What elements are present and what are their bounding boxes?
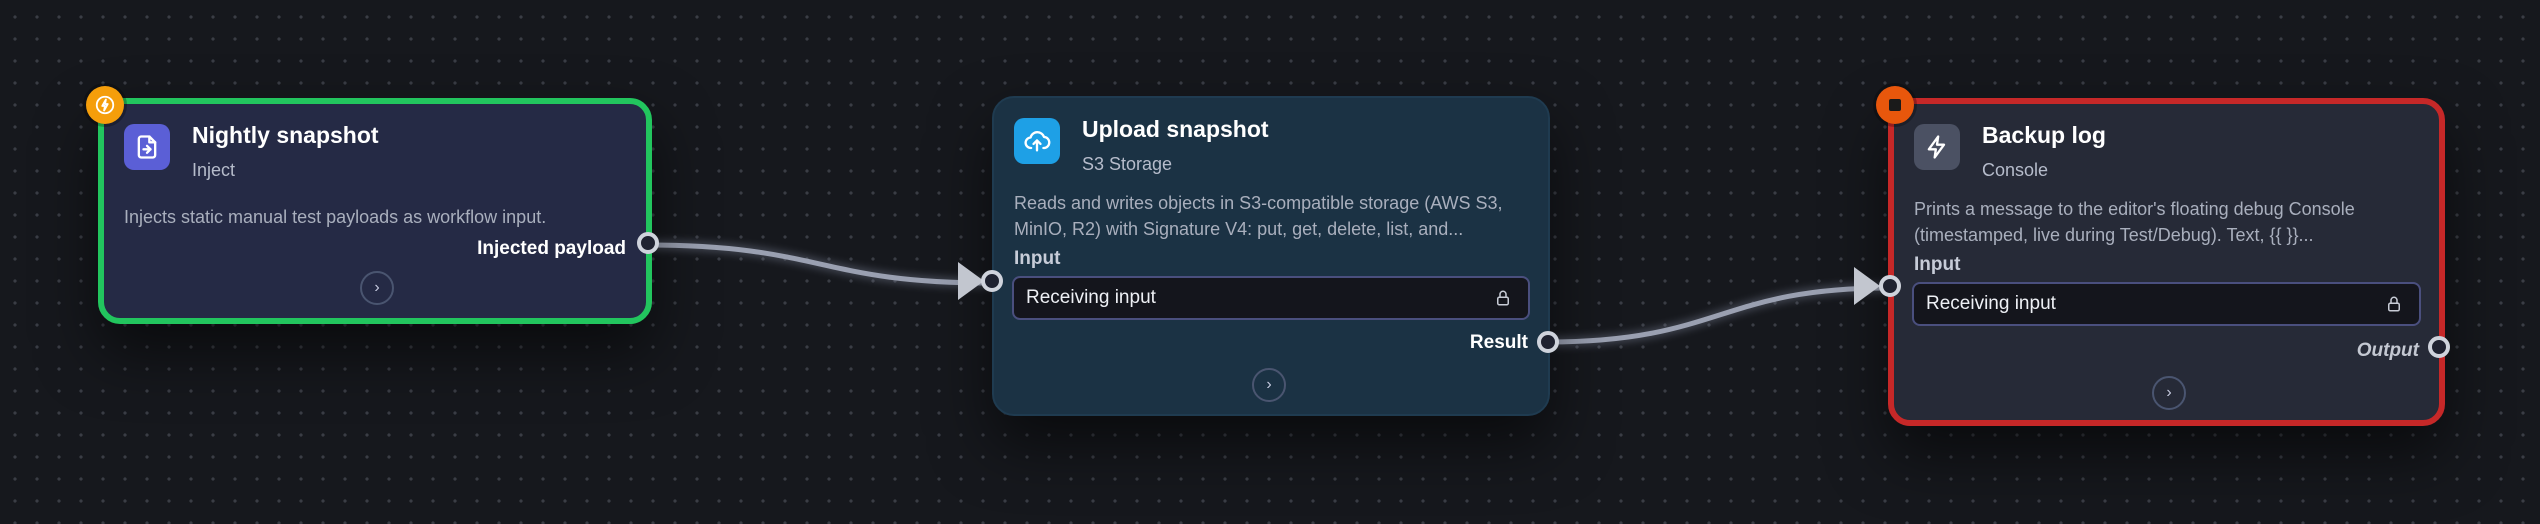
trigger-badge[interactable] — [86, 86, 124, 124]
expand-button[interactable]: › — [1252, 368, 1286, 402]
output-label: Output — [2356, 340, 2419, 361]
input-label: Input — [1914, 254, 1961, 275]
console-node[interactable]: Backup log Console Prints a message to t… — [1888, 98, 2445, 426]
connection-s3-to-console[interactable] — [1547, 283, 1889, 347]
input-label: Input — [1014, 248, 1061, 269]
connection-inject-to-s3[interactable] — [647, 240, 991, 288]
inject-node[interactable]: Nightly snapshot Inject Injects static m… — [98, 98, 652, 324]
lock-icon — [1497, 290, 1509, 306]
lightning-icon — [95, 95, 115, 115]
node-title: Nightly snapshot — [192, 122, 379, 148]
output-port[interactable] — [637, 232, 659, 254]
output-label: Injected payload — [477, 238, 626, 259]
node-description: Injects static manual test payloads as w… — [124, 207, 547, 227]
input-value: Receiving input — [1926, 293, 2056, 314]
node-type: S3 Storage — [1082, 154, 1173, 174]
stop-badge[interactable] — [1876, 86, 1914, 124]
node-type: Console — [1982, 160, 2049, 180]
input-field[interactable]: Receiving input — [1912, 282, 2421, 326]
node-title: Backup log — [1982, 122, 2106, 148]
expand-button[interactable]: › — [2152, 376, 2186, 410]
output-port[interactable] — [2428, 336, 2450, 358]
node-header: Upload snapshot S3 Storage — [1014, 116, 1269, 175]
input-port[interactable] — [1879, 275, 1901, 297]
description-line: MinIO, R2) with Signature V4: put, get, … — [1014, 219, 1464, 239]
input-value: Receiving input — [1026, 287, 1156, 308]
output-port[interactable] — [1537, 331, 1559, 353]
s3-storage-node[interactable]: Upload snapshot S3 Storage Reads and wri… — [992, 96, 1550, 416]
node-header: Nightly snapshot Inject — [124, 122, 379, 181]
node-type: Inject — [192, 160, 236, 180]
input-port[interactable] — [981, 270, 1003, 292]
description-line: (timestamped, live during Test/Debug). T… — [1914, 225, 2314, 245]
lock-icon — [2388, 296, 2400, 312]
stop-icon — [1889, 99, 1901, 111]
node-description: Reads and writes objects in S3-compatibl… — [1014, 190, 1528, 242]
output-label: Result — [1469, 332, 1528, 353]
input-field[interactable]: Receiving input — [1012, 276, 1530, 320]
description-line: Prints a message to the editor's floatin… — [1914, 199, 2355, 219]
lightning-icon — [1914, 124, 1960, 170]
expand-button[interactable]: › — [360, 271, 394, 305]
input-arrow-icon — [1854, 267, 1880, 305]
node-header: Backup log Console — [1914, 122, 2106, 181]
description-line: Reads and writes objects in S3-compatibl… — [1014, 193, 1503, 213]
file-import-icon — [124, 124, 170, 170]
node-description: Prints a message to the editor's floatin… — [1914, 196, 2419, 248]
cloud-upload-icon — [1014, 118, 1060, 164]
node-title: Upload snapshot — [1082, 116, 1269, 142]
